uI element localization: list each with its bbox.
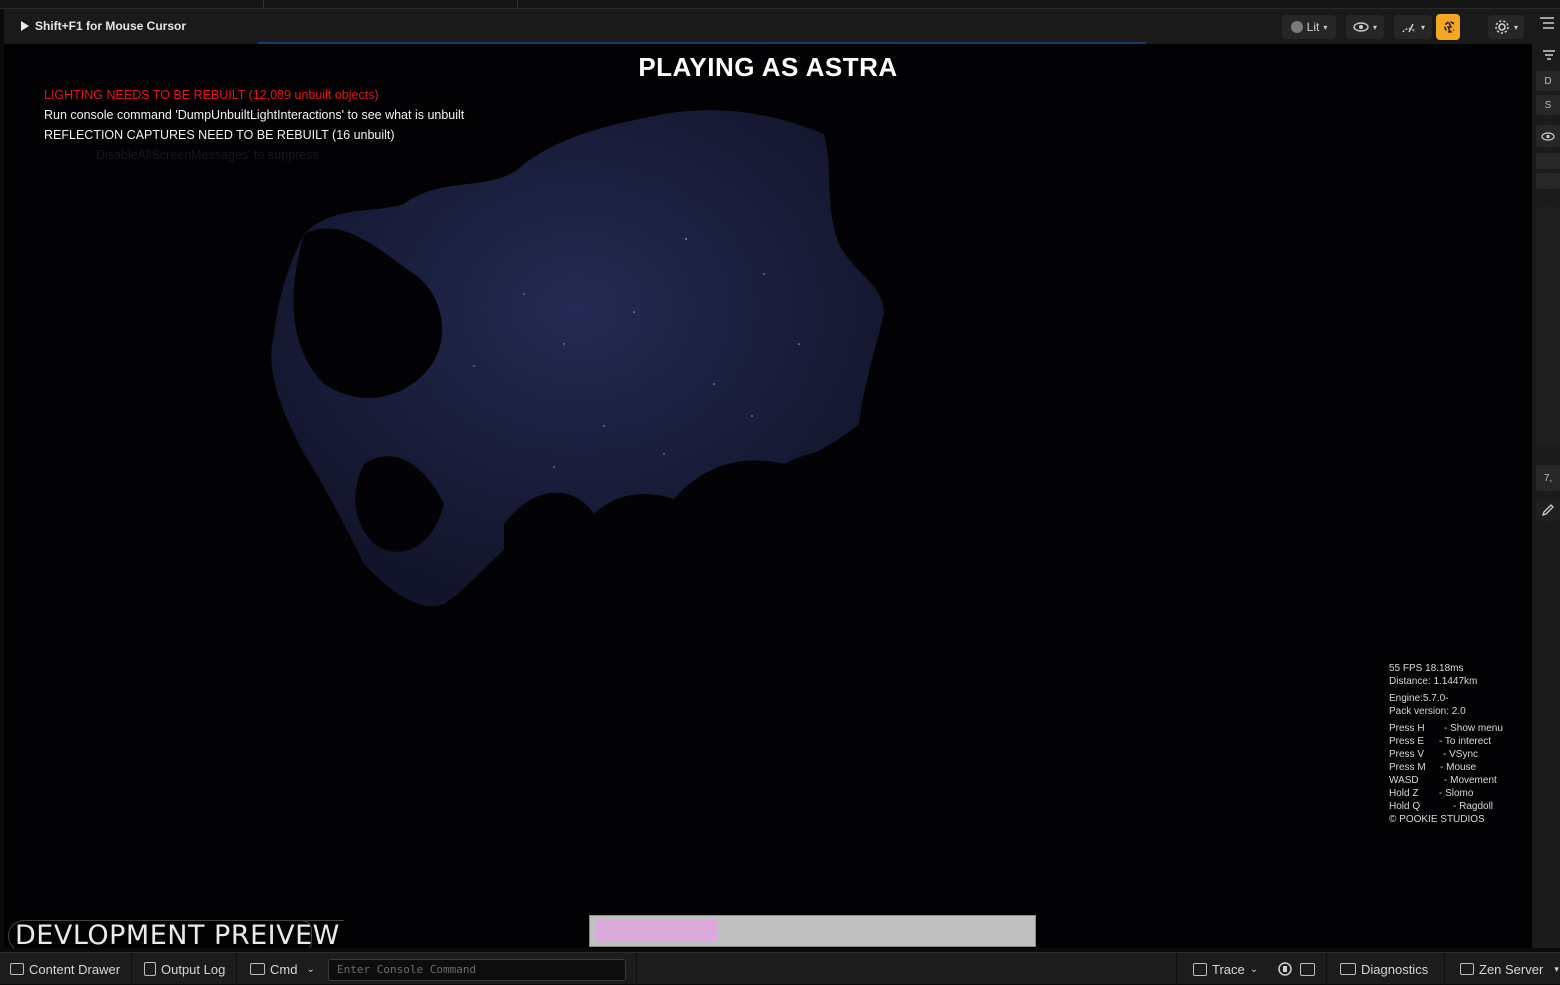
distance-readout: Distance: 1.1447km xyxy=(1389,676,1478,687)
chevron-down-icon: ⌄ xyxy=(1249,963,1259,975)
play-arrow-icon xyxy=(21,21,29,31)
record-icon xyxy=(1278,962,1292,976)
output-log-label: Output Log xyxy=(161,961,226,977)
show-flags-dropdown[interactable]: ▾ xyxy=(1346,15,1384,39)
cmd-label: Cmd xyxy=(270,961,298,977)
view-mode-label: Lit xyxy=(1306,20,1320,34)
fps-readout: 55 FPS 18.18ms xyxy=(1389,663,1464,674)
record-button[interactable] xyxy=(1278,953,1292,985)
eye-icon xyxy=(1353,22,1369,32)
night-forest-scene xyxy=(271,110,884,606)
server-icon xyxy=(1460,963,1474,975)
control-hint: Press V- VSync xyxy=(1389,749,1479,760)
viewport-toolbar: Shift+F1 for Mouse Cursor Lit ▾ ▾ ▾ ▾ xyxy=(4,9,1532,44)
lighting-warning: LIGHTING NEEDS TO BE REBUILT (12,089 unb… xyxy=(44,88,379,102)
player-title: PLAYING AS ASTRA xyxy=(638,52,898,82)
trace-dropdown[interactable]: Trace ⌄ xyxy=(1193,953,1258,985)
gauge-icon xyxy=(1402,23,1416,33)
chevron-down-icon: ▾ xyxy=(1372,22,1377,32)
terminal-icon xyxy=(250,963,265,975)
panel-visibility[interactable] xyxy=(1536,125,1560,147)
view-mode-dropdown[interactable]: Lit ▾ xyxy=(1282,15,1336,39)
progress-fill xyxy=(596,920,718,942)
output-log-button[interactable]: Output Log xyxy=(144,953,225,985)
divider xyxy=(131,953,132,985)
panel-item[interactable]: S xyxy=(1536,95,1560,115)
chevron-down-icon: ⌄ xyxy=(306,963,315,975)
divider xyxy=(636,953,637,985)
panel-row-list xyxy=(1536,207,1560,447)
content-drawer-label: Content Drawer xyxy=(29,961,121,977)
zen-server-label: Zen Server xyxy=(1479,961,1544,977)
camera-icon xyxy=(1300,962,1315,976)
realtime-icon xyxy=(1444,21,1454,33)
tab-divider xyxy=(517,0,518,8)
dev-preview-label: DEVLOPMENT PREIVEW xyxy=(8,920,344,948)
viewport-settings-dropdown[interactable]: ▾ xyxy=(1488,15,1524,39)
control-hint: WASD - Movement xyxy=(1389,775,1497,786)
divider xyxy=(1326,953,1327,985)
chevron-down-icon: ▾ xyxy=(1420,22,1425,32)
panel-item[interactable]: D xyxy=(1536,71,1560,91)
editor-tab-strip xyxy=(0,0,1560,9)
suppress-hint-message: DisableAllScreenMessages' to suppress xyxy=(96,148,319,162)
console-command-input[interactable]: Enter Console Command xyxy=(328,959,626,981)
divider xyxy=(236,953,237,985)
content-drawer-button[interactable]: Content Drawer xyxy=(10,953,120,985)
log-icon xyxy=(144,962,156,976)
control-hint: Press E- To interect xyxy=(1389,736,1492,747)
chevron-down-icon: ▾ xyxy=(1323,22,1328,32)
panel-edit[interactable] xyxy=(1536,499,1560,521)
pack-version: Pack version: 2.0 xyxy=(1389,706,1466,717)
control-hint: Press H- Show menu xyxy=(1389,723,1503,734)
eye-icon xyxy=(1541,131,1555,141)
panel-row[interactable] xyxy=(1536,153,1560,169)
engine-version: Engine:5.7.0- xyxy=(1389,693,1449,704)
console-hint-message: Run console command 'DumpUnbuiltLightInt… xyxy=(44,108,465,122)
loading-progress-bar xyxy=(589,915,1036,947)
pencil-icon xyxy=(1541,504,1554,517)
dev-preview-label-border xyxy=(302,920,312,948)
lit-sphere-icon xyxy=(1290,21,1303,33)
game-viewport[interactable]: PLAYING AS ASTRA LIGHTING NEEDS TO BE RE… xyxy=(4,44,1532,948)
performance-dropdown[interactable]: ▾ xyxy=(1394,15,1432,39)
status-bar: Content Drawer Output Log Cmd ⌄ Enter Co… xyxy=(0,952,1560,985)
diagnostics-icon xyxy=(1340,963,1356,975)
stats-overlay: 55 FPS 18.18ms Distance: 1.1447km Engine… xyxy=(1389,662,1503,826)
diagnostics-button[interactable]: Diagnostics xyxy=(1340,953,1428,985)
panel-menu-icon[interactable] xyxy=(1540,17,1554,29)
divider xyxy=(1444,953,1445,985)
control-hint: Hold Z- Slomo xyxy=(1389,788,1474,799)
panel-item[interactable]: 7, xyxy=(1536,465,1560,491)
cmd-dropdown[interactable]: Cmd ⌄ xyxy=(250,953,315,985)
screenshot-button[interactable] xyxy=(1300,953,1315,985)
zen-server-button[interactable]: Zen Server ▾ xyxy=(1460,953,1559,985)
chevron-down-icon: ▾ xyxy=(1554,963,1559,974)
reflection-warning: REFLECTION CAPTURES NEED TO BE REBUILT (… xyxy=(44,128,395,142)
diagnostics-label: Diagnostics xyxy=(1361,961,1429,977)
copyright: © POOKIE STUDIOS xyxy=(1389,814,1485,825)
filter-icon[interactable] xyxy=(1542,49,1556,61)
viewport-hint-label: Shift+F1 for Mouse Cursor xyxy=(35,19,187,33)
control-hint: Press M- Mouse xyxy=(1389,762,1477,773)
chevron-down-icon: ▾ xyxy=(1513,22,1518,32)
tab-divider xyxy=(263,0,264,8)
gear-icon xyxy=(1495,20,1509,34)
folder-icon xyxy=(10,963,24,975)
control-hint: Hold Q- Ragdoll xyxy=(1389,801,1494,812)
details-panel-collapsed: D S 7, xyxy=(1532,9,1560,948)
trace-icon xyxy=(1193,962,1207,976)
trace-label: Trace xyxy=(1212,961,1245,977)
divider xyxy=(1176,953,1177,985)
panel-row[interactable] xyxy=(1536,173,1560,189)
realtime-toggle[interactable] xyxy=(1436,14,1460,40)
viewport-hint[interactable]: Shift+F1 for Mouse Cursor xyxy=(20,19,186,33)
